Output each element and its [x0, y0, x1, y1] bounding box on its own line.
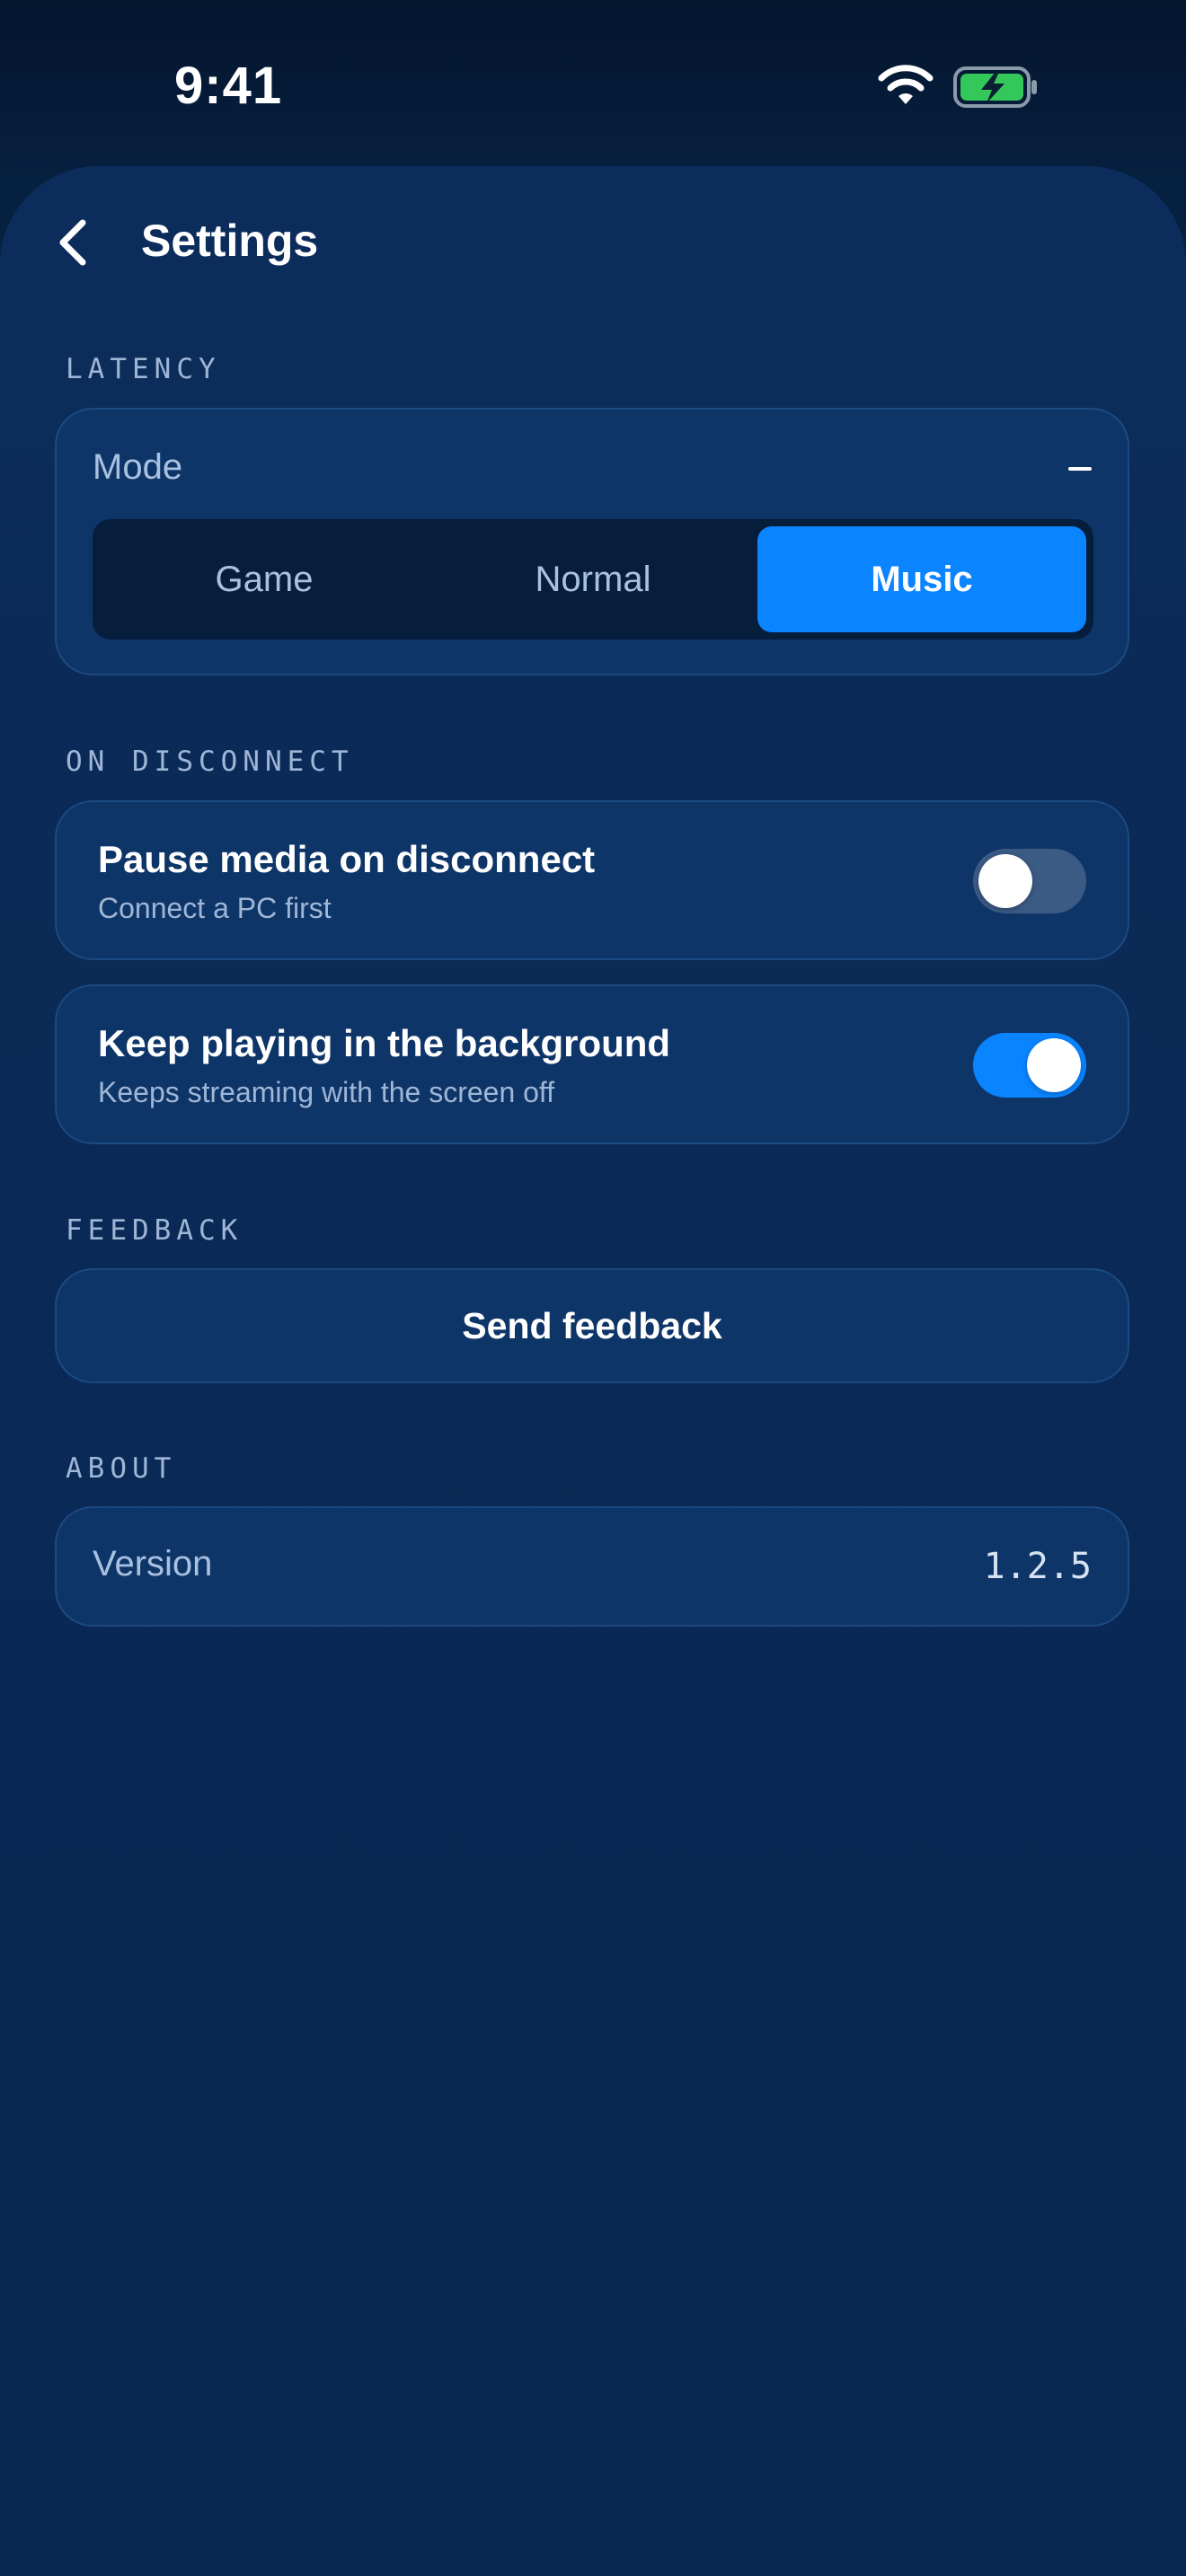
keep-playing-toggle[interactable]	[973, 1033, 1086, 1098]
segment-game[interactable]: Game	[100, 526, 429, 632]
pause-media-subtitle: Connect a PC first	[98, 892, 332, 924]
pause-media-title: Pause media on disconnect	[98, 838, 596, 880]
pause-media-toggle[interactable]	[973, 849, 1086, 913]
keep-playing-title: Keep playing in the background	[98, 1022, 671, 1064]
version-label: Version	[93, 1544, 213, 1584]
back-chevron-icon[interactable]	[52, 216, 95, 269]
wifi-icon	[878, 65, 934, 104]
toggle-knob	[1027, 1038, 1081, 1092]
battery-charging-icon	[953, 66, 1037, 108]
version-value: 1.2.5	[983, 1546, 1092, 1587]
version-card: Version 1.2.5	[55, 1506, 1129, 1627]
keep-playing-card: Keep playing in the background Keeps str…	[55, 984, 1129, 1144]
status-bar: 9:41	[0, 0, 1186, 166]
pause-media-card: Pause media on disconnect Connect a PC f…	[55, 800, 1129, 960]
section-label-feedback: FEEDBACK	[66, 1214, 243, 1247]
mode-label: Mode	[93, 447, 183, 487]
settings-sheet: Settings LATENCY Mode Game Normal Music …	[0, 166, 1186, 2576]
latency-mode-segmented-control: Game Normal Music	[93, 519, 1093, 640]
collapse-icon[interactable]	[1068, 467, 1092, 471]
status-time: 9:41	[174, 57, 283, 115]
page-title: Settings	[141, 216, 319, 266]
segment-normal[interactable]: Normal	[429, 526, 757, 632]
section-label-about: ABOUT	[66, 1452, 177, 1485]
section-label-latency: LATENCY	[66, 353, 221, 385]
send-feedback-button[interactable]: Send feedback	[55, 1268, 1129, 1383]
keep-playing-subtitle: Keeps streaming with the screen off	[98, 1076, 555, 1108]
segment-music[interactable]: Music	[757, 526, 1086, 632]
nav-header: Settings	[0, 166, 1186, 319]
toggle-knob	[978, 854, 1032, 908]
latency-card: Mode Game Normal Music	[55, 408, 1129, 675]
section-label-on-disconnect: ON DISCONNECT	[66, 745, 354, 778]
